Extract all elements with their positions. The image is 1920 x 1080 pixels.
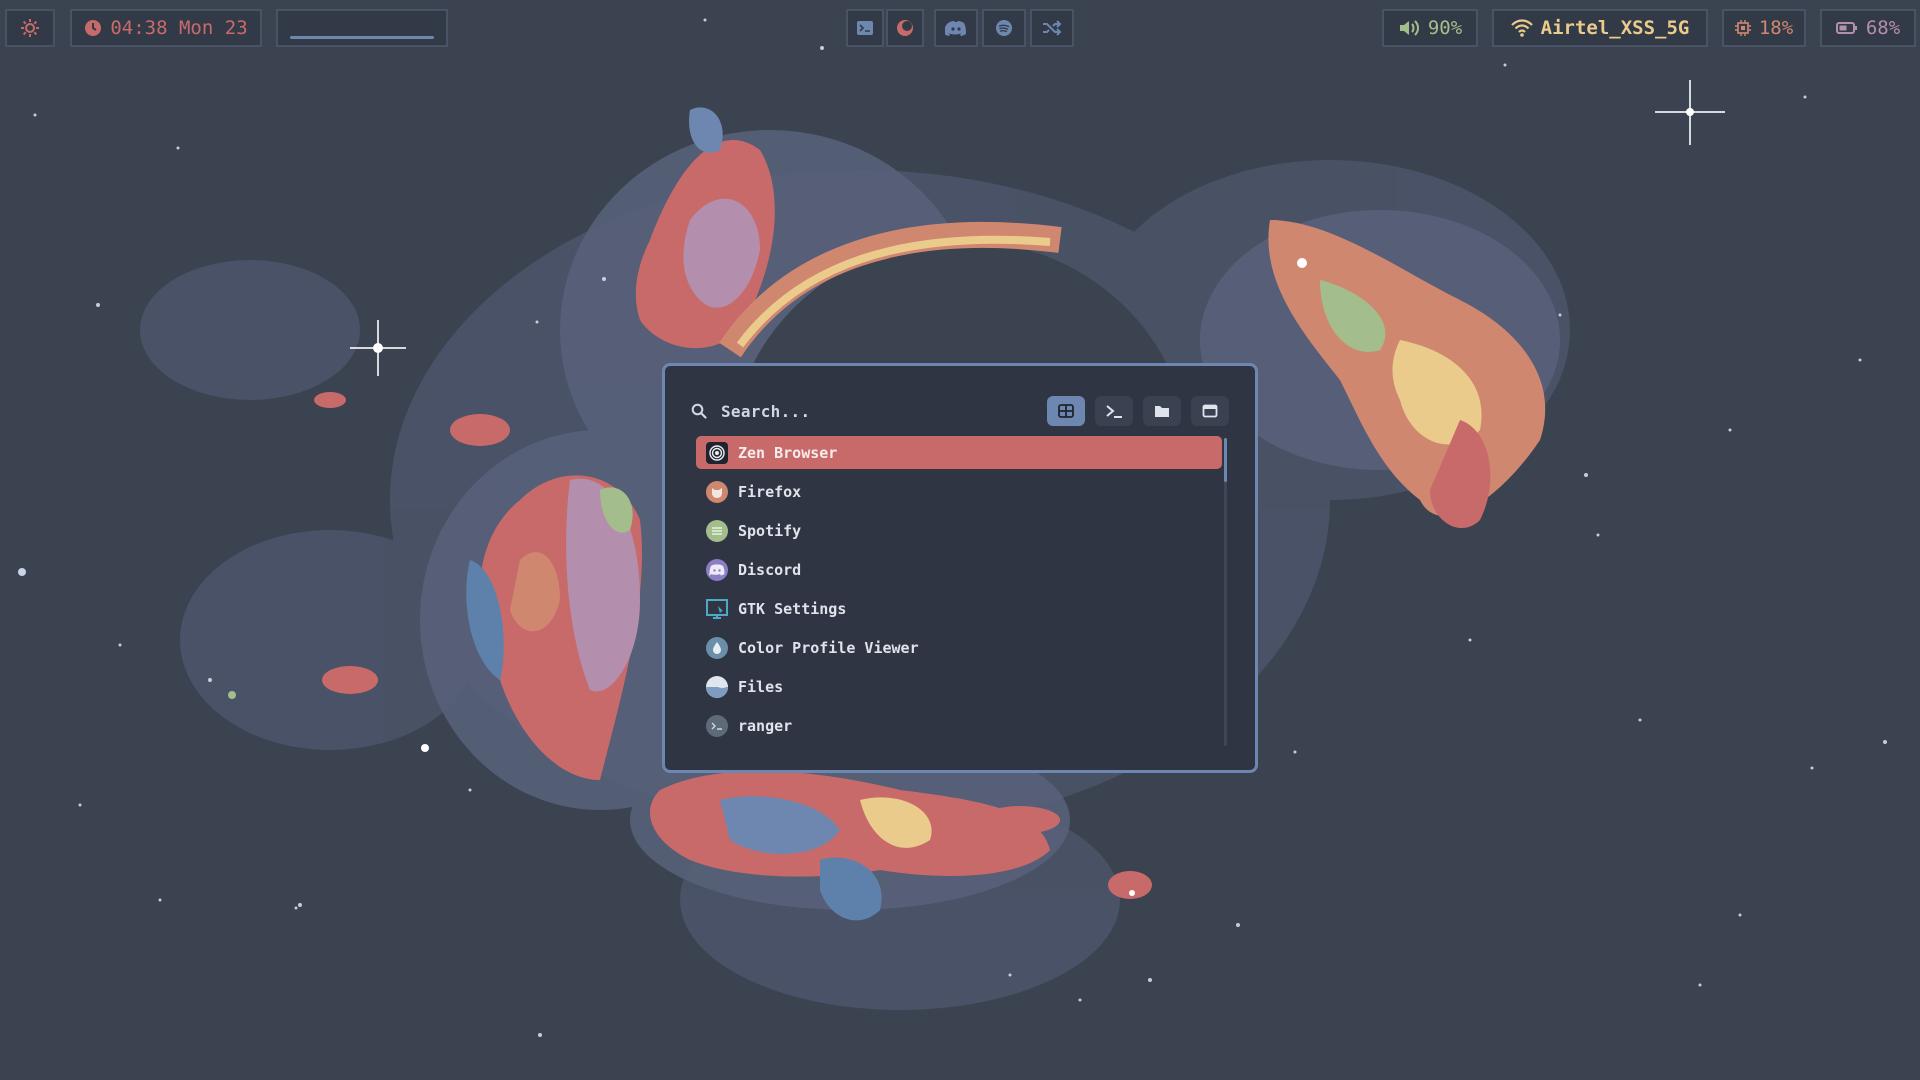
list-scrollbar[interactable]	[1224, 438, 1227, 746]
folder-icon	[1154, 404, 1170, 418]
terminal-app-button[interactable]	[846, 9, 884, 47]
discord-app-button[interactable]	[934, 9, 978, 47]
list-item-label: Color Profile Viewer	[738, 638, 919, 657]
spotify-icon	[995, 19, 1013, 37]
discord-icon	[945, 20, 967, 36]
window-icon	[1202, 404, 1218, 418]
shuffle-icon	[1042, 20, 1062, 36]
list-item-label: Spotify	[738, 521, 802, 540]
list-item-label: Zen Browser	[738, 443, 838, 462]
speaker-icon	[1398, 19, 1420, 37]
battery-widget[interactable]: 68%	[1820, 9, 1916, 47]
list-item-label: ranger	[738, 716, 793, 735]
terminal-icon	[856, 20, 874, 36]
list-item-spotify[interactable]: Spotify	[696, 514, 1222, 547]
spotify-app-button[interactable]	[982, 9, 1026, 47]
app-launcher: Search... Zen Browser Firefox Spotify Di…	[662, 363, 1258, 773]
grid-icon	[1058, 404, 1074, 418]
gear-icon	[20, 18, 40, 38]
shuffle-app-button[interactable]	[1030, 9, 1074, 47]
list-item-discord[interactable]: Discord	[696, 553, 1222, 586]
workspaces-indicator[interactable]	[276, 9, 448, 47]
list-item-color-profile-viewer[interactable]: Color Profile Viewer	[696, 631, 1222, 664]
list-item-label: Discord	[738, 560, 802, 579]
scrollbar-thumb[interactable]	[1224, 438, 1227, 482]
list-item-label: Files	[738, 677, 784, 696]
windows-mode-button[interactable]	[1191, 396, 1229, 426]
terminal-prompt-icon	[1105, 404, 1123, 418]
wifi-ssid: Airtel_XSS_5G	[1540, 17, 1690, 39]
battery-icon	[1835, 21, 1858, 35]
clock-text: 04:38 Mon 23	[110, 17, 248, 39]
clock-widget[interactable]: 04:38 Mon 23	[70, 9, 262, 47]
workspace-active-bar	[290, 36, 434, 39]
list-item-files[interactable]: Files	[696, 670, 1222, 703]
cpu-widget[interactable]: 18%	[1722, 9, 1806, 47]
browser-icon	[896, 19, 914, 37]
discord-icon	[706, 558, 728, 581]
search-input[interactable]: Search...	[721, 402, 810, 421]
app-list: Zen Browser Firefox Spotify Discord GTK …	[696, 436, 1222, 748]
color-profile-icon	[706, 636, 728, 659]
files-icon	[706, 675, 728, 698]
list-item-zen-browser[interactable]: Zen Browser	[696, 436, 1222, 469]
ranger-icon	[706, 714, 728, 737]
spotify-icon	[706, 519, 728, 542]
wifi-icon	[1510, 19, 1533, 37]
volume-text: 90%	[1427, 17, 1463, 39]
list-item-gtk-settings[interactable]: GTK Settings	[696, 592, 1222, 625]
system-menu-button[interactable]	[5, 9, 55, 47]
run-mode-button[interactable]	[1095, 396, 1133, 426]
firefox-icon	[706, 480, 728, 503]
clock-icon	[84, 19, 102, 37]
wifi-widget[interactable]: Airtel_XSS_5G	[1492, 9, 1708, 47]
volume-widget[interactable]: 90%	[1382, 9, 1478, 47]
list-item-firefox[interactable]: Firefox	[696, 475, 1222, 508]
list-item-label: Firefox	[738, 482, 802, 501]
browser-app-button[interactable]	[886, 9, 924, 47]
battery-text: 68%	[1865, 17, 1901, 39]
zen-browser-icon	[706, 441, 728, 464]
gtk-settings-icon	[706, 598, 728, 620]
files-mode-button[interactable]	[1143, 396, 1181, 426]
search-icon	[691, 403, 707, 419]
cpu-icon	[1734, 20, 1751, 36]
apps-mode-button[interactable]	[1047, 396, 1085, 426]
cpu-text: 18%	[1758, 17, 1794, 39]
list-item-label: GTK Settings	[738, 599, 847, 618]
list-item-ranger[interactable]: ranger	[696, 709, 1222, 742]
